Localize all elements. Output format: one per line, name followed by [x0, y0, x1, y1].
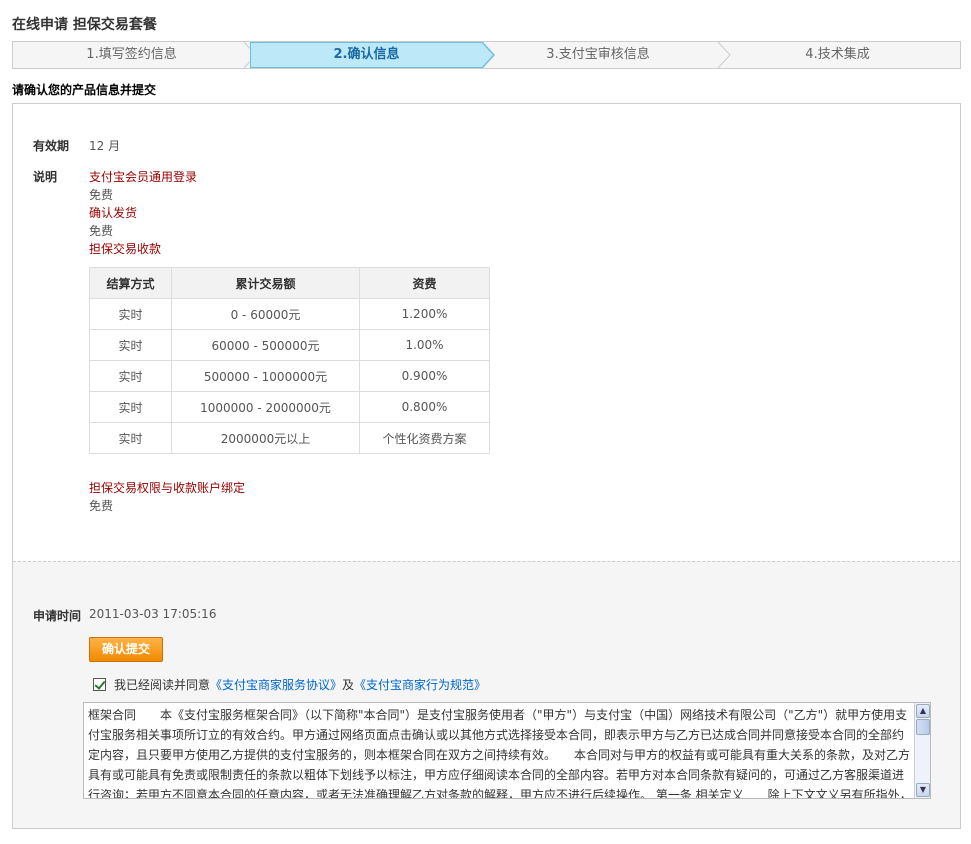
table-cell: 1.200%: [359, 298, 490, 330]
step-3: 3.支付宝审核信息: [546, 47, 650, 62]
step-2-current: 2.确认信息: [250, 42, 483, 68]
confirm-panel: 有效期 12 月 说明 支付宝会员通用登录 免费 确认发货 免费 担保交易收款 …: [12, 103, 961, 829]
binding-fee: 免费: [89, 499, 114, 513]
agree-checkbox[interactable]: [93, 678, 106, 691]
table-cell: 实时: [89, 360, 172, 392]
table-row: 实时 500000 - 1000000元 0.900%: [89, 360, 490, 392]
service-agreement-link[interactable]: 《支付宝商家服务协议》: [210, 676, 342, 693]
table-cell: 2000000元以上: [171, 422, 360, 454]
contract-text: 框架合同 本《支付宝服务框架合同》（以下简称"本合同"）是支付宝服务使用者（"甲…: [88, 708, 912, 799]
table-cell: 0.900%: [359, 360, 490, 392]
table-row: 实时 60000 - 500000元 1.00%: [89, 329, 490, 361]
validity-label: 有效期: [33, 139, 70, 153]
service-name: 担保交易收款: [89, 242, 162, 256]
apply-time-value: 2011-03-03 17:05:16: [89, 607, 217, 621]
table-row: 实时 2000000元以上 个性化资费方案: [89, 422, 490, 454]
rate-table: 结算方式 累计交易额 资费 实时 0 - 60000元 1.200% 实时 60…: [89, 267, 490, 454]
table-header-row: 结算方式 累计交易额 资费: [89, 267, 490, 299]
agreement-middle: 及: [342, 678, 355, 692]
service-fee: 免费: [89, 224, 114, 238]
section-heading: 请确认您的产品信息并提交: [12, 83, 157, 97]
scroll-down-icon[interactable]: ▼: [916, 783, 930, 797]
step-4: 4.技术集成: [805, 47, 870, 62]
description-label: 说明: [33, 170, 58, 184]
scroll-thumb[interactable]: [916, 719, 930, 735]
table-cell: 0.800%: [359, 391, 490, 423]
table-cell: 60000 - 500000元: [171, 329, 360, 361]
table-cell: 实时: [89, 391, 172, 423]
confirm-submit-button[interactable]: 确认提交: [89, 637, 163, 662]
table-cell: 1.00%: [359, 329, 490, 361]
table-cell: 1000000 - 2000000元: [171, 391, 360, 423]
table-cell: 实时: [89, 298, 172, 330]
table-row: 实时 1000000 - 2000000元 0.800%: [89, 391, 490, 423]
table-cell: 实时: [89, 422, 172, 454]
conduct-rules-link[interactable]: 《支付宝商家行为规范》: [354, 676, 486, 693]
service-name: 确认发货: [89, 206, 138, 220]
page-title: 在线申请 担保交易套餐: [12, 17, 157, 33]
service-name: 支付宝会员通用登录: [89, 170, 198, 184]
table-cell: 个性化资费方案: [359, 422, 490, 454]
column-header: 资费: [359, 267, 490, 299]
agreement-row: 我已经阅读并同意 《支付宝商家服务协议》 及 《支付宝商家行为规范》: [93, 676, 486, 693]
binding-name: 担保交易权限与收款账户绑定: [89, 481, 246, 495]
agreement-prefix: 我已经阅读并同意: [114, 678, 211, 692]
service-fee: 免费: [89, 188, 114, 202]
scroll-up-icon[interactable]: ▲: [916, 704, 930, 718]
table-cell: 500000 - 1000000元: [171, 360, 360, 392]
apply-time-label: 申请时间: [33, 609, 82, 623]
column-header: 结算方式: [89, 267, 172, 299]
submit-section: 申请时间 2011-03-03 17:05:16 确认提交 我已经阅读并同意 《…: [13, 561, 960, 828]
table-row: 实时 0 - 60000元 1.200%: [89, 298, 490, 330]
step-1: 1.填写签约信息: [86, 47, 177, 62]
contract-textarea[interactable]: 框架合同 本《支付宝服务框架合同》（以下简称"本合同"）是支付宝服务使用者（"甲…: [83, 702, 931, 799]
contract-scrollbar[interactable]: ▲ ▼: [914, 703, 930, 798]
step-progress-bar: 1.填写签约信息 2.确认信息 3.支付宝审核信息 4.技术集成: [12, 41, 961, 69]
column-header: 累计交易额: [171, 267, 360, 299]
table-cell: 0 - 60000元: [171, 298, 360, 330]
table-cell: 实时: [89, 329, 172, 361]
validity-value: 12 月: [89, 139, 121, 153]
